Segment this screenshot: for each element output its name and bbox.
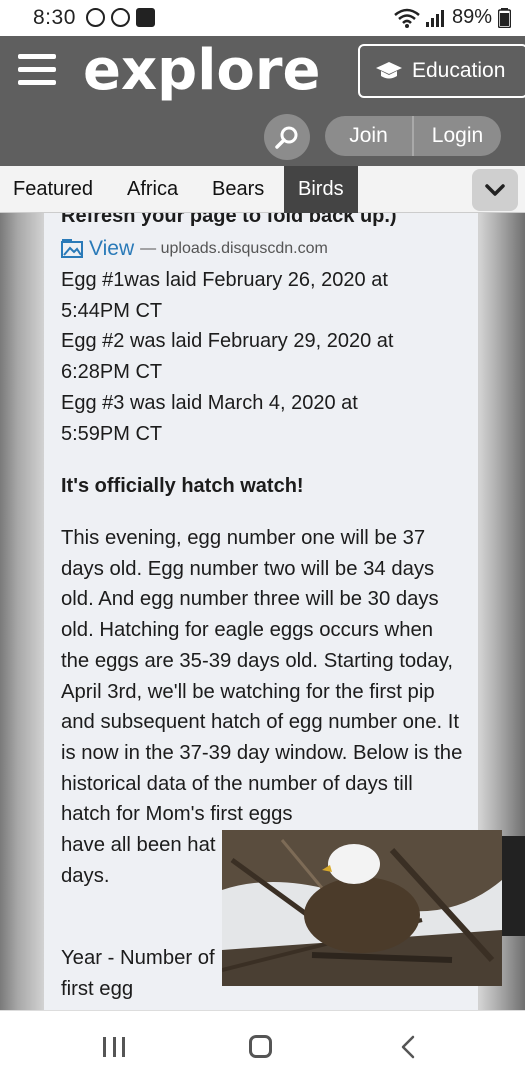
signal-icon: [425, 9, 444, 27]
more-tabs-button[interactable]: [472, 169, 518, 211]
refresh-note: Refresh your page to fold back up.): [61, 213, 397, 227]
tab-africa[interactable]: Africa: [127, 166, 178, 213]
egg-line: Egg #1was laid February 26, 2020 at: [61, 269, 388, 291]
status-bar: 8:30 89%: [0, 0, 525, 36]
auth-buttons: Join Login: [325, 116, 501, 156]
notification-icon: [86, 8, 105, 27]
eagle-cam-video[interactable]: [222, 830, 502, 986]
search-button[interactable]: [264, 114, 310, 160]
graduation-cap-icon: [376, 62, 402, 79]
battery-icon: [498, 7, 511, 28]
video-edge: [502, 836, 525, 936]
wifi-icon: [394, 8, 420, 28]
egg-line: Egg #2 was laid February 29, 2020 at: [61, 330, 394, 353]
eagle-nest-image: [222, 830, 502, 986]
paragraph-end: days.: [61, 864, 110, 887]
hamburger-menu-icon[interactable]: [18, 54, 56, 86]
hatch-watch-headline: It's officially hatch watch!: [61, 475, 304, 497]
notification-icon: [136, 8, 155, 27]
category-tabs: Featured Africa Bears Birds: [0, 166, 525, 213]
notification-icons: [86, 8, 155, 27]
status-right: 89%: [394, 6, 511, 29]
image-view-link[interactable]: View — uploads.disquscdn.com: [61, 237, 328, 261]
status-time: 8:30: [33, 6, 76, 29]
login-button[interactable]: Login: [414, 116, 501, 156]
education-label: Education: [412, 59, 506, 82]
explore-logo[interactable]: explore: [83, 38, 320, 103]
tab-bears[interactable]: Bears: [212, 166, 264, 213]
view-label[interactable]: View: [89, 237, 134, 261]
android-nav-bar: [0, 1010, 525, 1080]
tab-featured[interactable]: Featured: [13, 166, 93, 213]
egg-line: 5:59PM CT: [61, 422, 163, 445]
paragraph2-text: Year - Number of: [61, 947, 215, 969]
notification-icon: [111, 8, 130, 27]
recent-apps-icon[interactable]: [103, 1037, 125, 1057]
back-icon[interactable]: [398, 1035, 418, 1059]
image-icon: [61, 239, 83, 258]
tab-birds[interactable]: Birds: [284, 166, 358, 213]
site-header: explore Education Join Login: [0, 36, 525, 166]
home-icon[interactable]: [249, 1035, 272, 1058]
join-button[interactable]: Join: [325, 116, 412, 156]
chevron-down-icon: [485, 184, 505, 196]
egg-line: Egg #3 was laid March 4, 2020 at: [61, 391, 358, 414]
view-host: — uploads.disquscdn.com: [140, 240, 328, 257]
egg-line: 6:28PM CT: [61, 361, 163, 384]
paragraph2-end: first egg: [61, 977, 134, 1000]
egg-line: 5:44PM CT: [61, 299, 163, 322]
paragraph-text: This evening, egg number one will be 37 …: [61, 527, 463, 826]
search-icon: [275, 126, 298, 149]
egg-dates: Egg #1was laid February 26, 2020 at 5:44…: [61, 265, 393, 449]
battery-percent: 89%: [451, 6, 492, 28]
education-button[interactable]: Education: [358, 44, 525, 98]
paragraph-tail: have all been hat: [61, 834, 216, 857]
